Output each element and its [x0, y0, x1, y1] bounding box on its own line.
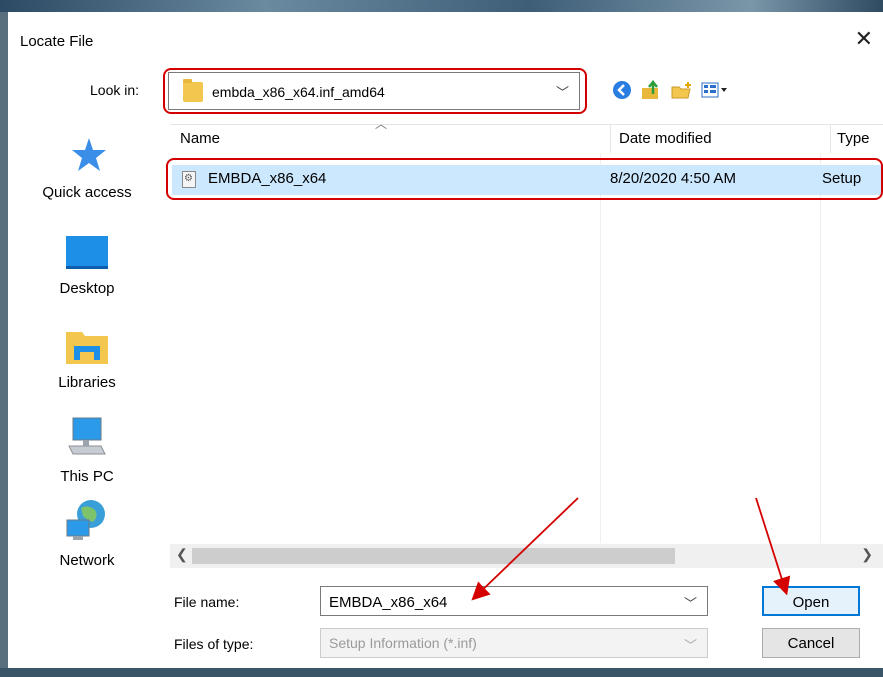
- scrollbar-thumb[interactable]: [192, 548, 675, 564]
- place-network[interactable]: Network: [13, 498, 161, 569]
- chevron-down-icon: ﹀: [683, 638, 697, 653]
- setup-file-icon: [182, 171, 196, 188]
- file-type-label: Files of type:: [174, 636, 254, 652]
- column-divider: [600, 153, 601, 543]
- up-folder-icon[interactable]: [640, 79, 662, 104]
- desktop-icon: [13, 236, 161, 274]
- network-icon: [13, 498, 161, 546]
- horizontal-scrollbar[interactable]: ❮ ❯: [170, 544, 883, 568]
- place-label: Libraries: [58, 374, 116, 391]
- place-libraries[interactable]: Libraries: [13, 328, 161, 391]
- place-this-pc[interactable]: This PC: [13, 416, 161, 485]
- look-in-label: Look in:: [90, 82, 140, 98]
- place-label: Quick access: [42, 184, 132, 201]
- place-quick-access[interactable]: Quick access: [13, 136, 161, 201]
- row-name: EMBDA_x86_x64: [208, 170, 327, 187]
- file-name-combobox[interactable]: ﹀: [320, 586, 708, 616]
- folder-icon: [183, 79, 203, 102]
- row-date: 8/20/2020 4:50 AM: [610, 170, 736, 187]
- cancel-button[interactable]: Cancel: [762, 628, 860, 658]
- place-label: Desktop: [59, 280, 115, 297]
- column-header-date-modified[interactable]: Date modified: [610, 125, 819, 153]
- view-menu-icon[interactable]: [700, 80, 730, 104]
- look-in-dropdown[interactable]: embda_x86_x64.inf_amd64 ﹀: [168, 72, 580, 110]
- close-icon[interactable]: ✕: [855, 26, 873, 52]
- back-icon[interactable]: [612, 80, 632, 104]
- row-type: Setup: [822, 170, 862, 187]
- background-bottom: [0, 668, 883, 677]
- file-list[interactable]: ︿ Name Date modified Type EMBDA_x86_x64 …: [170, 117, 883, 545]
- place-label: This PC: [60, 468, 114, 485]
- scroll-right-icon[interactable]: ❯: [861, 546, 873, 563]
- quick-access-icon: [13, 136, 161, 178]
- table-row[interactable]: EMBDA_x86_x64 8/20/2020 4:50 AM Setup: [172, 165, 883, 195]
- place-label: Network: [59, 552, 115, 569]
- file-type-select[interactable]: Setup Information (*.inf) ﹀: [320, 628, 708, 658]
- places-bar: Quick access Desktop Libraries This PC N…: [13, 124, 161, 604]
- chevron-down-icon: ﹀: [555, 85, 569, 100]
- scroll-left-icon[interactable]: ❮: [176, 546, 188, 563]
- place-desktop[interactable]: Desktop: [13, 236, 161, 297]
- new-folder-icon[interactable]: [670, 80, 694, 104]
- file-type-value: Setup Information (*.inf): [329, 635, 477, 651]
- this-pc-icon: [13, 416, 161, 462]
- chevron-down-icon[interactable]: ﹀: [684, 593, 697, 612]
- open-button[interactable]: Open: [762, 586, 860, 616]
- file-name-label: File name:: [174, 594, 240, 610]
- column-divider: [820, 153, 821, 543]
- column-header-name[interactable]: Name: [180, 125, 590, 153]
- column-header-type[interactable]: Type: [830, 125, 883, 153]
- background-top: [0, 0, 883, 12]
- dialog-title: Locate File: [20, 33, 94, 50]
- look-in-value: embda_x86_x64.inf_amd64: [212, 84, 385, 100]
- libraries-icon: [13, 328, 161, 368]
- file-name-input[interactable]: [327, 591, 671, 613]
